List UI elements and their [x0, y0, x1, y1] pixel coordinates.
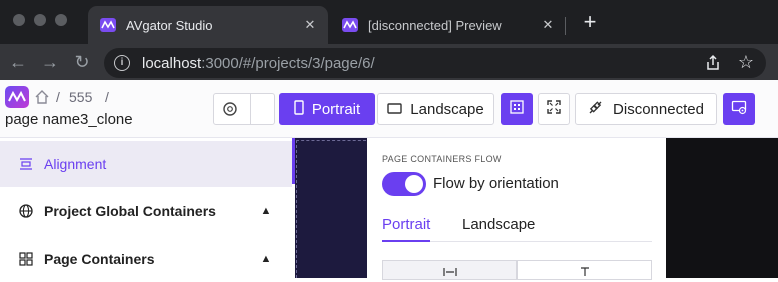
portrait-device-icon — [294, 99, 304, 119]
grid-view-button[interactable] — [501, 93, 533, 125]
portrait-button[interactable]: Portrait — [279, 93, 375, 125]
window-close-dot[interactable] — [13, 14, 25, 26]
canvas-guide — [296, 140, 366, 278]
toggle-knob — [405, 175, 423, 193]
tab-separator — [565, 17, 566, 35]
chrome-icon[interactable] — [223, 102, 237, 121]
toggle-label: Flow by orientation — [433, 175, 559, 192]
breadcrumb-project[interactable]: 555 — [69, 89, 92, 105]
sidebar: Alignment Project Global Containers ▲ Pa… — [0, 138, 295, 278]
bookmark-star-icon[interactable]: ☆ — [736, 51, 756, 73]
browser-tab-preview[interactable]: [disconnected] Preview ✕ — [330, 6, 566, 44]
close-tab-icon[interactable]: ✕ — [300, 17, 320, 33]
preview-settings-button[interactable] — [723, 93, 755, 125]
section-label: PAGE CONTAINERS FLOW — [382, 154, 502, 164]
chevron-up-icon[interactable]: ▲ — [258, 205, 274, 217]
sidebar-item-label: Project Global Containers — [44, 203, 216, 219]
close-tab-icon[interactable]: ✕ — [538, 17, 558, 33]
vertical-spacing-icon — [579, 261, 591, 279]
sidebar-item-label: Page Containers — [44, 251, 155, 267]
browser-tabstrip: AVgator Studio ✕ [disconnected] Preview … — [0, 0, 778, 44]
page-canvas[interactable] — [295, 138, 367, 278]
forward-arrow-icon[interactable]: → — [38, 50, 62, 74]
avgator-favicon-icon — [100, 17, 116, 33]
flow-by-orientation-toggle[interactable] — [382, 172, 426, 196]
sidebar-item-alignment[interactable]: Alignment — [0, 141, 292, 187]
browser-toolbar: ← → ↻ i localhost:3000/#/projects/3/page… — [0, 44, 778, 80]
tab-title: [disconnected] Preview — [368, 17, 502, 33]
alignment-icon — [18, 156, 34, 172]
url-text: localhost:3000/#/projects/3/page/6/ — [142, 54, 375, 72]
share-icon[interactable] — [704, 54, 722, 72]
tab-landscape[interactable]: Landscape — [462, 216, 535, 233]
tab-portrait[interactable]: Portrait — [382, 216, 430, 233]
grid-icon — [18, 251, 34, 267]
tab-title: AVgator Studio — [126, 17, 213, 33]
new-tab-icon[interactable]: + — [578, 10, 602, 36]
landscape-button[interactable]: Landscape — [377, 93, 494, 125]
avgator-logo-icon[interactable] — [5, 86, 29, 108]
horizontal-spacing-icon — [442, 261, 457, 279]
sidebar-item-page-containers[interactable]: Page Containers ▲ — [0, 236, 292, 282]
sidebar-item-project-global-containers[interactable]: Project Global Containers ▲ — [0, 188, 292, 234]
grid-view-icon — [509, 99, 525, 119]
connection-status-button[interactable]: Disconnected — [575, 93, 717, 125]
active-tab-indicator — [382, 240, 430, 242]
browser-tab-studio[interactable]: AVgator Studio ✕ — [88, 6, 328, 44]
address-bar[interactable]: i localhost:3000/#/projects/3/page/6/ ☆ — [104, 48, 766, 78]
canvas-background — [666, 138, 778, 278]
screen-settings-icon — [731, 99, 747, 119]
fullscreen-icon — [546, 99, 562, 119]
breadcrumb-separator: / — [105, 89, 109, 105]
site-info-icon[interactable]: i — [114, 55, 130, 71]
globe-icon — [18, 203, 34, 219]
sidebar-item-label: Alignment — [44, 156, 107, 172]
device-selector[interactable] — [213, 93, 275, 125]
window-minimize-dot[interactable] — [34, 14, 46, 26]
home-icon[interactable] — [34, 89, 50, 105]
reload-icon[interactable]: ↻ — [70, 50, 94, 74]
breadcrumb-separator: / — [56, 89, 60, 105]
chevron-up-icon[interactable]: ▲ — [258, 253, 274, 265]
avgator-favicon-icon — [342, 17, 358, 33]
fullscreen-button[interactable] — [538, 93, 570, 125]
landscape-device-icon — [387, 101, 402, 118]
plug-disconnected-icon — [588, 100, 603, 119]
page-title: page name3_clone — [5, 111, 133, 128]
window-zoom-dot[interactable] — [55, 14, 67, 26]
vertical-align-button[interactable] — [517, 260, 652, 280]
properties-panel: PAGE CONTAINERS FLOW Flow by orientation… — [367, 138, 666, 280]
app-header: / 555 / page name3_clone Portrait Landsc… — [0, 80, 778, 138]
segment-divider — [250, 94, 251, 124]
horizontal-align-button[interactable] — [382, 260, 517, 280]
back-arrow-icon[interactable]: ← — [6, 50, 30, 74]
